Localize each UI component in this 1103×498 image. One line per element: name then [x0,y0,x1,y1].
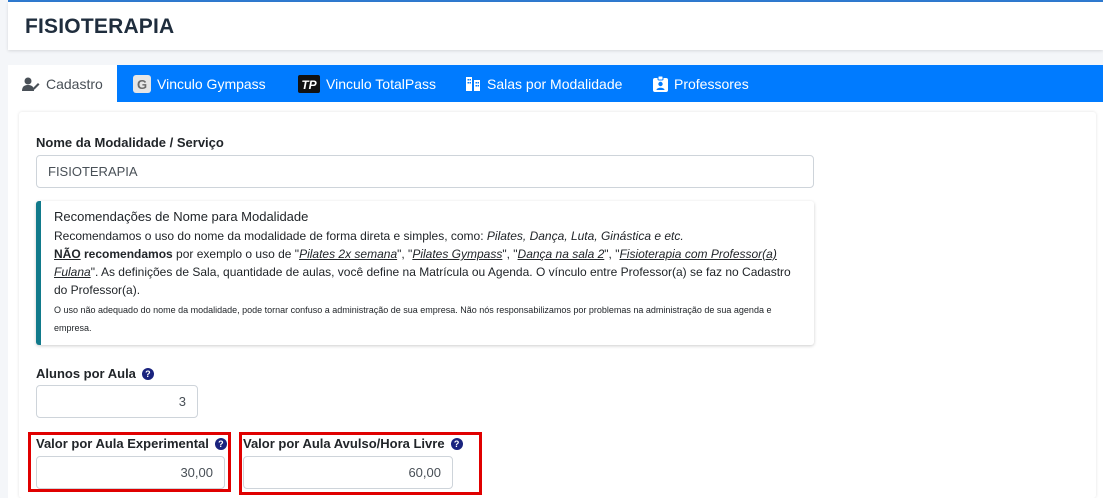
tab-label: Vinculo Gympass [157,75,266,92]
tab-label: Salas por Modalidade [487,75,623,92]
title-card: FISIOTERAPIA [8,2,1103,50]
callout-title: Recomendações de Nome para Modalidade [54,209,309,224]
svg-text:G: G [137,77,147,92]
tab-label: Cadastro [46,75,103,92]
id-badge-icon [653,75,668,92]
callout-body: Recomendamos o uso do nome da modalidade… [54,229,791,297]
building-icon [465,76,481,92]
single-price-input[interactable]: 60,00 [243,456,453,489]
trial-price-label: Valor por Aula Experimental ? [36,436,227,451]
callout-small-note: O uso não adequado do nome da modalidade… [54,305,772,333]
modality-name-input[interactable]: FISIOTERAPIA [36,155,814,188]
help-icon[interactable]: ? [141,367,154,380]
tab-label: Professores [674,75,749,92]
help-icon[interactable]: ? [214,437,227,450]
gympass-logo-icon: G [133,74,151,93]
single-price-label: Valor por Aula Avulso/Hora Livre ? [243,436,463,451]
tab-label: Vinculo TotalPass [326,75,436,92]
tab-salas-por-modalidade[interactable]: Salas por Modalidade [465,65,622,102]
name-label: Nome da Modalidade / Serviço [36,135,224,150]
tab-cadastro[interactable]: Cadastro [8,65,117,102]
page-title: FISIOTERAPIA [25,15,175,38]
tab-vinculo-gympass[interactable]: G Vinculo Gympass [133,65,266,102]
totalpass-logo-icon: TP [298,74,320,93]
trial-price-input[interactable]: 30,00 [36,456,225,489]
students-per-class-label: Alunos por Aula ? [36,366,154,381]
tab-professores[interactable]: Professores [653,65,749,102]
tab-vinculo-totalpass[interactable]: TP Vinculo TotalPass [298,65,436,102]
students-per-class-input[interactable]: 3 [36,385,198,418]
user-edit-icon [22,77,40,91]
help-icon[interactable]: ? [450,437,463,450]
svg-text:TP: TP [301,78,317,92]
recommendation-callout: Recomendações de Nome para Modalidade Re… [36,201,814,345]
tab-bar: Cadastro G Vinculo Gympass TP Vinculo To… [8,65,1103,102]
